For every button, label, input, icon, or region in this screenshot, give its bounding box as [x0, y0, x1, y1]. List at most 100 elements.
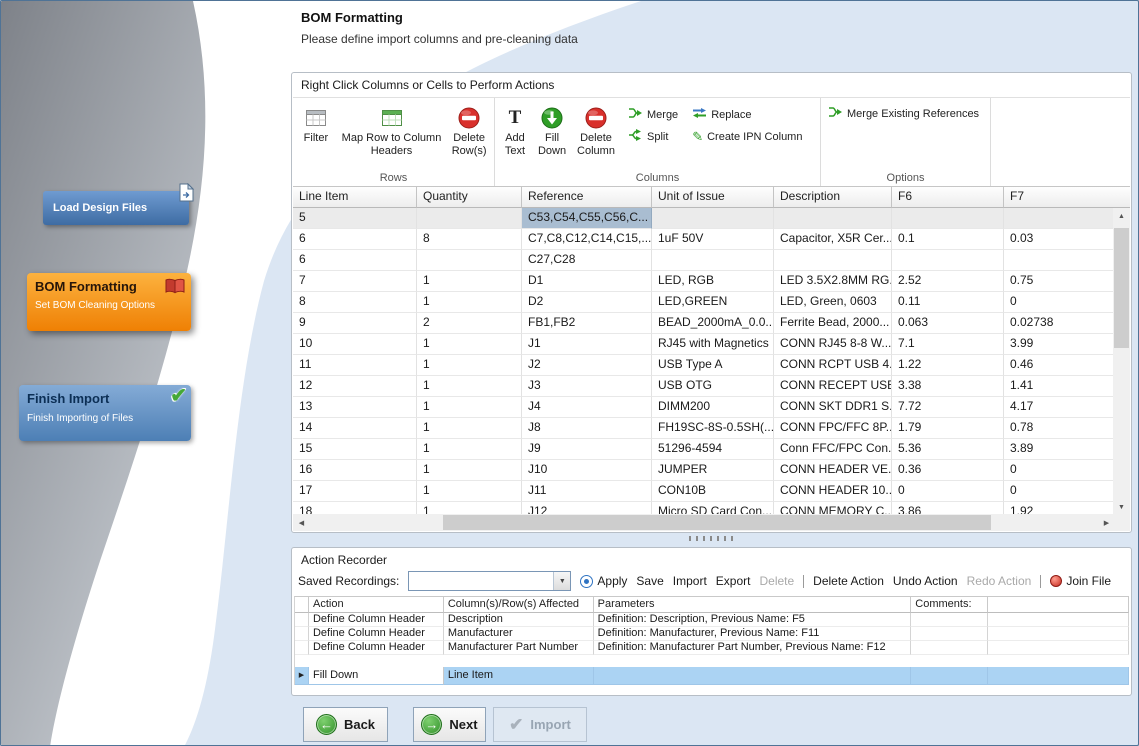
- recorder-column-header[interactable]: Column(s)/Row(s) Affected: [444, 597, 594, 613]
- grid-column-header[interactable]: F6: [892, 187, 1004, 208]
- scroll-left-button[interactable]: ◀: [293, 514, 310, 531]
- grid-cell[interactable]: 1: [417, 334, 522, 355]
- dropdown-button[interactable]: ▼: [553, 572, 570, 590]
- grid-cell[interactable]: D2: [522, 292, 652, 313]
- grid-cell[interactable]: [652, 250, 774, 271]
- grid-cell[interactable]: 1uF 50V: [652, 229, 774, 250]
- recorder-cell[interactable]: [911, 627, 988, 641]
- next-button[interactable]: → Next: [413, 707, 486, 742]
- recorder-row-marker[interactable]: ▶: [295, 667, 309, 685]
- apply-radio[interactable]: Apply: [580, 574, 627, 588]
- recorder-cell[interactable]: [911, 641, 988, 655]
- scroll-up-button[interactable]: ▲: [1113, 208, 1130, 225]
- join-file-button[interactable]: Join File: [1066, 574, 1111, 588]
- grid-cell[interactable]: 7.72: [892, 397, 1004, 418]
- grid-column-header[interactable]: Quantity: [417, 187, 522, 208]
- grid-column-header[interactable]: F7: [1004, 187, 1115, 208]
- filter-button[interactable]: Filter: [295, 102, 337, 148]
- grid-row[interactable]: 6C27,C28: [293, 250, 1115, 271]
- grid-cell[interactable]: CONN SKT DDR1 S...: [774, 397, 892, 418]
- recorder-cell[interactable]: [988, 627, 1129, 641]
- delete-column-button[interactable]: Delete Column: [571, 102, 621, 160]
- grid-cell[interactable]: 2: [417, 313, 522, 334]
- grid-cell[interactable]: 1.22: [892, 355, 1004, 376]
- recorder-cell[interactable]: Define Column Header: [309, 641, 444, 655]
- recorder-row[interactable]: Define Column HeaderManufacturerDefiniti…: [295, 627, 1129, 641]
- grid-cell[interactable]: [417, 250, 522, 271]
- grid-cell[interactable]: C53,C54,C55,C56,C...: [522, 208, 652, 229]
- recorder-row-marker[interactable]: [295, 641, 309, 655]
- grid-cell[interactable]: 0: [892, 481, 1004, 502]
- delete-rows-button[interactable]: Delete Row(s): [446, 102, 492, 160]
- grid-cell[interactable]: 8: [293, 292, 417, 313]
- horizontal-scrollbar[interactable]: ◀ ▶: [293, 514, 1115, 531]
- grid-cell[interactable]: DIMM200: [652, 397, 774, 418]
- recorder-cell[interactable]: Description: [444, 613, 594, 627]
- grid-cell[interactable]: J11: [522, 481, 652, 502]
- grid-cell[interactable]: 11: [293, 355, 417, 376]
- recorder-cell[interactable]: Define Column Header: [309, 627, 444, 641]
- grid-cell[interactable]: CONN FPC/FFC 8P...: [774, 418, 892, 439]
- grid-column-header[interactable]: Description: [774, 187, 892, 208]
- recorder-column-header[interactable]: Action: [309, 597, 444, 613]
- merge-existing-references-button[interactable]: Merge Existing References: [823, 104, 984, 123]
- grid-row[interactable]: 151J951296-4594Conn FFC/FPC Con...5.363.…: [293, 439, 1115, 460]
- split-button[interactable]: Split: [623, 127, 683, 146]
- grid-cell[interactable]: 1.79: [892, 418, 1004, 439]
- step-load-design-files[interactable]: Load Design Files: [43, 191, 189, 225]
- grid-cell[interactable]: J2: [522, 355, 652, 376]
- grid-cell[interactable]: CONN HEADER VE...: [774, 460, 892, 481]
- recorder-cell[interactable]: Definition: Manufacturer Part Number, Pr…: [594, 641, 912, 655]
- recorder-cell[interactable]: [988, 667, 1129, 685]
- grid-cell[interactable]: 3.99: [1004, 334, 1115, 355]
- grid-cell[interactable]: 1: [417, 460, 522, 481]
- grid-cell[interactable]: 8: [417, 229, 522, 250]
- grid-column-header[interactable]: Line Item: [293, 187, 417, 208]
- grid-cell[interactable]: J8: [522, 418, 652, 439]
- grid-column-header[interactable]: Reference: [522, 187, 652, 208]
- grid-row[interactable]: 101J1RJ45 with MagneticsCONN RJ45 8-8 W.…: [293, 334, 1115, 355]
- grid-cell[interactable]: 3.38: [892, 376, 1004, 397]
- grid-cell[interactable]: USB OTG: [652, 376, 774, 397]
- grid-cell[interactable]: 9: [293, 313, 417, 334]
- import-recording-button[interactable]: Import: [673, 574, 707, 588]
- grid-cell[interactable]: 0: [1004, 481, 1115, 502]
- grid-row[interactable]: 131J4DIMM200CONN SKT DDR1 S...7.724.17: [293, 397, 1115, 418]
- grid-cell[interactable]: 6: [293, 250, 417, 271]
- grid-cell[interactable]: D1: [522, 271, 652, 292]
- grid-splitter-handle[interactable]: [689, 536, 733, 541]
- grid-cell[interactable]: 5.36: [892, 439, 1004, 460]
- grid-cell[interactable]: 6: [293, 229, 417, 250]
- grid-cell[interactable]: 10: [293, 334, 417, 355]
- replace-button[interactable]: Replace: [687, 105, 807, 124]
- grid-row[interactable]: 92FB1,FB2BEAD_2000mA_0.0...Ferrite Bead,…: [293, 313, 1115, 334]
- grid-row[interactable]: 121J3USB OTGCONN RECEPT USB...3.381.41: [293, 376, 1115, 397]
- save-recording-button[interactable]: Save: [636, 574, 663, 588]
- grid-cell[interactable]: J3: [522, 376, 652, 397]
- grid-cell[interactable]: [1004, 208, 1115, 229]
- grid-cell[interactable]: 7: [293, 271, 417, 292]
- grid-cell[interactable]: LED, Green, 0603: [774, 292, 892, 313]
- grid-cell[interactable]: CONN RECEPT USB...: [774, 376, 892, 397]
- grid-cell[interactable]: J4: [522, 397, 652, 418]
- recorder-row-gutter-header[interactable]: [295, 597, 309, 613]
- recorder-cell[interactable]: [911, 613, 988, 627]
- grid-cell[interactable]: 1: [417, 271, 522, 292]
- grid-cell[interactable]: [652, 208, 774, 229]
- recorder-cell[interactable]: Line Item: [444, 667, 594, 685]
- grid-cell[interactable]: 5: [293, 208, 417, 229]
- grid-cell[interactable]: USB Type A: [652, 355, 774, 376]
- grid-row[interactable]: 111J2USB Type ACONN RCPT USB 4...1.220.4…: [293, 355, 1115, 376]
- grid-cell[interactable]: 12: [293, 376, 417, 397]
- recorder-cell[interactable]: Fill Down: [309, 667, 444, 685]
- map-row-to-column-headers-button[interactable]: Map Row to Column Headers: [337, 102, 446, 160]
- grid-cell[interactable]: FH19SC-8S-0.5SH(...: [652, 418, 774, 439]
- grid-cell[interactable]: 1: [417, 397, 522, 418]
- grid-row[interactable]: 171J11CON10BCONN HEADER 10...00: [293, 481, 1115, 502]
- recorder-row[interactable]: ▶Fill DownLine Item: [295, 667, 1129, 685]
- grid-cell[interactable]: J9: [522, 439, 652, 460]
- grid-cell[interactable]: 2.52: [892, 271, 1004, 292]
- grid-cell[interactable]: 0.1: [892, 229, 1004, 250]
- grid-cell[interactable]: 1: [417, 418, 522, 439]
- recorder-cell[interactable]: Definition: Manufacturer, Previous Name:…: [594, 627, 912, 641]
